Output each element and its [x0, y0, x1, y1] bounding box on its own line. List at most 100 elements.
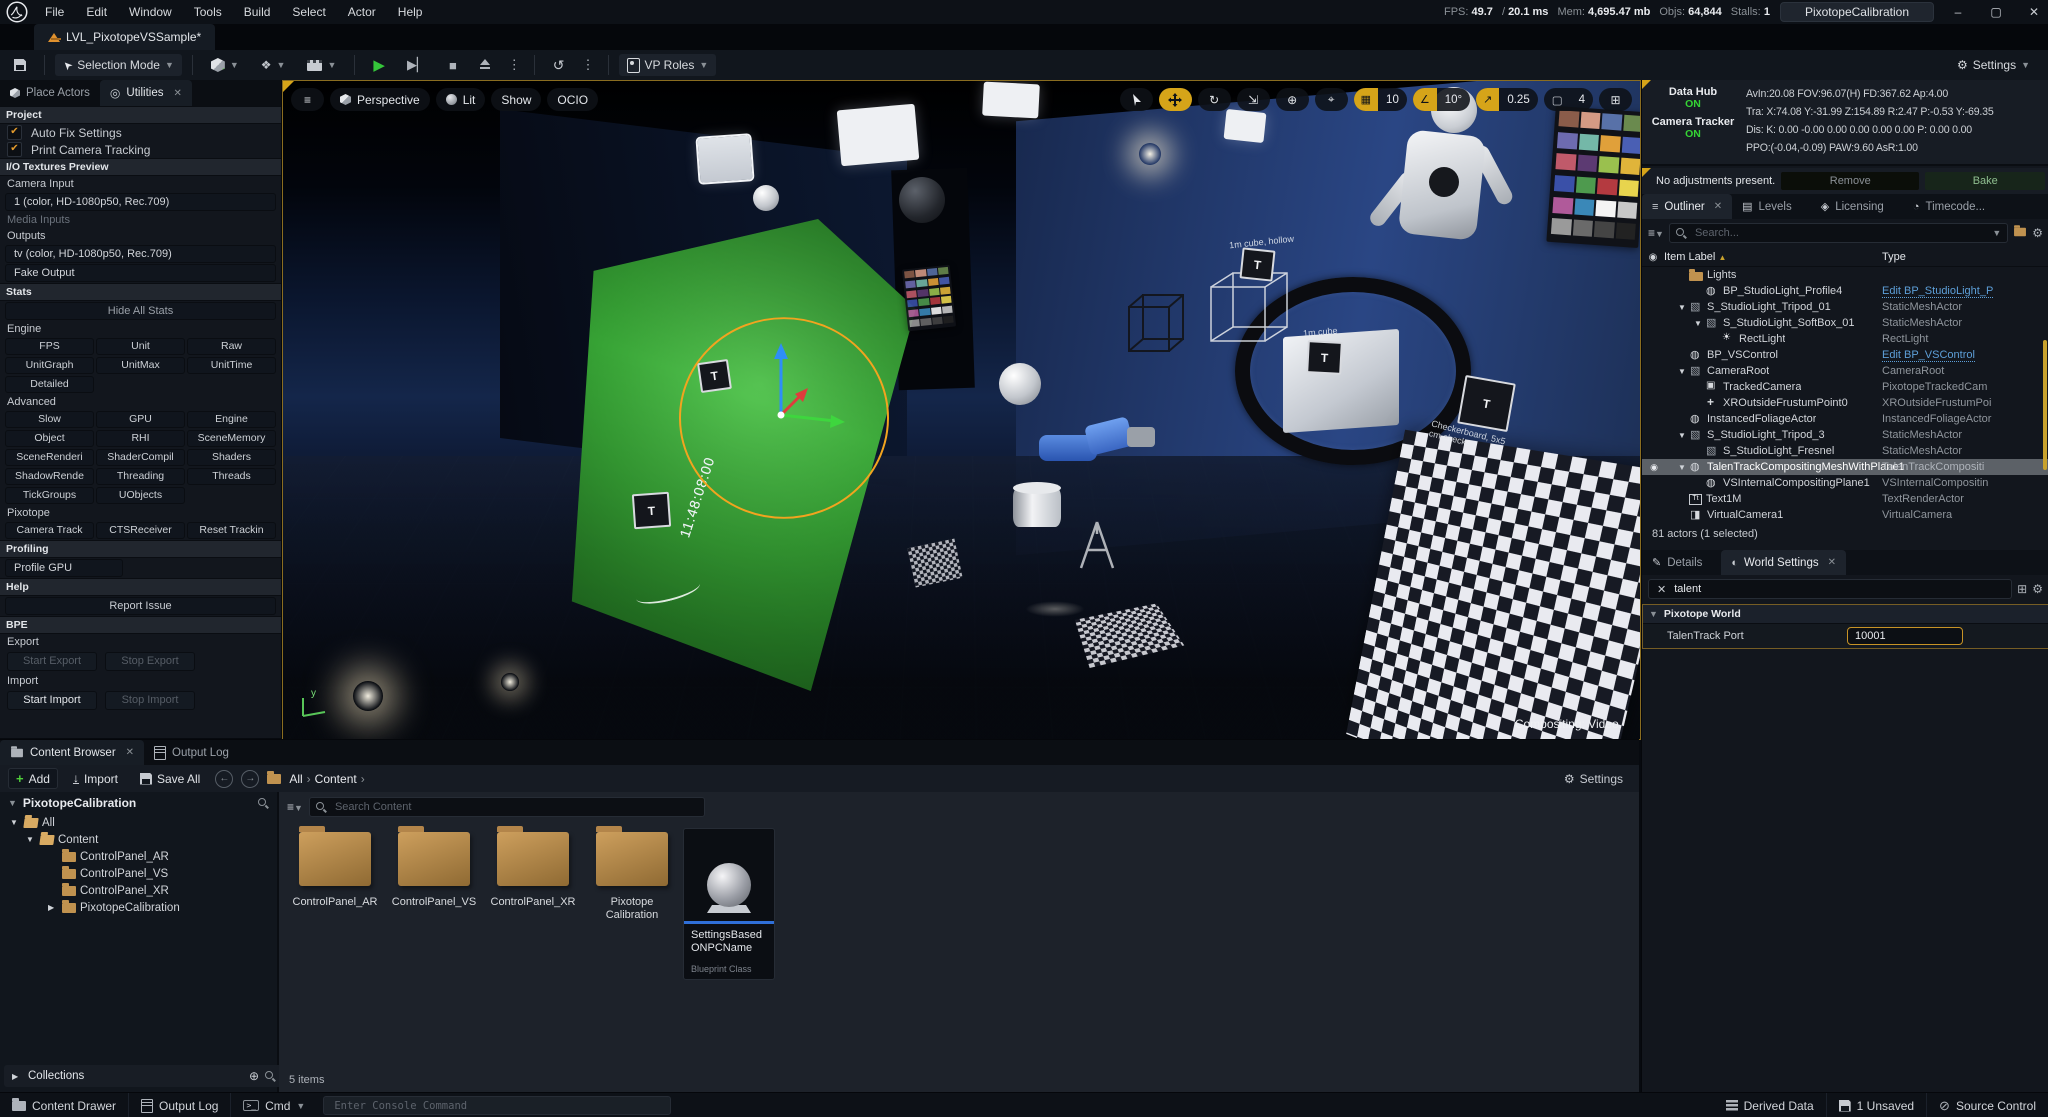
stat-toggle-button[interactable]: TickGroups	[5, 487, 94, 504]
stat-toggle-button[interactable]: Threading	[96, 468, 185, 485]
close-icon[interactable]: ✕	[1714, 201, 1722, 212]
outliner-row[interactable]: XROutsideFrustumPoint0 XROutsideFrustumP…	[1642, 395, 2048, 411]
stop-button[interactable]: ■	[441, 54, 465, 76]
maximize-viewport-button[interactable]: ⊞	[1599, 88, 1632, 111]
level-tab[interactable]: LVL_PixotopeVSSample*	[34, 24, 216, 50]
bake-button[interactable]: Bake	[1925, 172, 2046, 190]
outliner-row[interactable]: ▼ S_StudioLight_Tripod_3 StaticMeshActor	[1642, 427, 2048, 443]
stat-toggle-button[interactable]: ShadowRende	[5, 468, 94, 485]
move-tool-button[interactable]	[1158, 88, 1192, 111]
checkbox[interactable]: ✔	[7, 125, 22, 140]
stat-toggle-button[interactable]: UObjects	[96, 487, 185, 504]
viewport-option-button[interactable]: Lit	[435, 88, 486, 111]
content-drawer-button[interactable]: Content Drawer	[0, 1093, 130, 1117]
stat-toggle-button[interactable]: UnitGraph	[5, 357, 94, 374]
viewport-menu-button[interactable]: ≡	[291, 88, 324, 111]
tree-folder-row[interactable]: ControlPanel_XR	[0, 882, 277, 899]
play-options-kebab[interactable]: ⋮	[505, 57, 524, 73]
close-icon[interactable]: ✕	[126, 747, 134, 758]
menu-item[interactable]: Help	[387, 0, 434, 24]
menu-item[interactable]: Edit	[75, 0, 118, 24]
menu-item[interactable]: Select	[281, 0, 336, 24]
restore-button[interactable]: ▢	[1982, 0, 2010, 24]
gear-icon[interactable]: ⚙	[2032, 226, 2043, 240]
tab-content-browser[interactable]: Content Browser ✕	[0, 740, 145, 765]
tree-folder-row[interactable]: ControlPanel_AR	[0, 848, 277, 865]
report-issue-button[interactable]: Report Issue	[5, 597, 276, 615]
import-button[interactable]: Stop Import	[105, 691, 195, 710]
minimize-button[interactable]: –	[1944, 0, 1972, 24]
stat-toggle-button[interactable]: RHI	[96, 430, 185, 447]
export-button[interactable]: Stop Export	[105, 652, 195, 671]
dock-tab[interactable]: ✎ Details	[1642, 550, 1721, 575]
outliner-row[interactable]: S_StudioLight_Fresnel StaticMeshActor	[1642, 443, 2048, 459]
column-type[interactable]: Type	[1882, 251, 1906, 263]
derived-data-button[interactable]: Derived Data	[1714, 1093, 1827, 1117]
stat-toggle-button[interactable]: UnitMax	[96, 357, 185, 374]
checkbox-row[interactable]: ✔ Auto Fix Settings	[0, 124, 281, 141]
stat-toggle-button[interactable]: Threads	[187, 468, 276, 485]
viewport-option-button[interactable]: Perspective	[330, 88, 430, 111]
blueprints-dropdown[interactable]: ❖ ▼	[253, 54, 294, 76]
save-button[interactable]	[6, 54, 34, 76]
eye-icon[interactable]: ◉	[1642, 252, 1664, 263]
talentrack-port-input[interactable]	[1847, 627, 1963, 645]
scale-tool-button[interactable]: ⇲	[1236, 88, 1270, 111]
stat-toggle-button[interactable]: FPS	[5, 338, 94, 355]
collapse-arrow-icon[interactable]: ▼	[1649, 609, 1658, 619]
output-value-button[interactable]: tv (color, HD-1080p50, Rec.709)	[5, 245, 276, 263]
outliner-row[interactable]: VSInternalCompositingPlane1 VSInternalCo…	[1642, 475, 2048, 491]
selection-mode-dropdown[interactable]: ➤ Selection Mode ▼	[55, 54, 182, 76]
stat-toggle-button[interactable]: GPU	[96, 411, 185, 428]
import-button[interactable]: Start Import	[7, 691, 97, 710]
project-name-button[interactable]: PixotopeCalibration	[1779, 2, 1934, 22]
expand-arrow-icon[interactable]: ▼	[1678, 367, 1689, 376]
chevron-down-icon[interactable]: ▼	[1992, 228, 2001, 238]
outliner-search-input[interactable]: ▼	[1668, 223, 2009, 243]
close-button[interactable]: ✕	[2020, 0, 2048, 24]
outliner-row[interactable]: RectLight RectLight	[1642, 331, 2048, 347]
outliner-row[interactable]: BP_VSControl Edit BP_VSControl	[1642, 347, 2048, 363]
export-button[interactable]: Start Export	[7, 652, 97, 671]
add-actor-dropdown[interactable]: + ▼	[203, 54, 247, 76]
stat-toggle-button[interactable]: Raw	[187, 338, 276, 355]
expand-arrow-icon[interactable]: ▼	[26, 835, 36, 844]
stat-toggle-button[interactable]: SceneMemory	[187, 430, 276, 447]
stat-toggle-button[interactable]: Engine	[187, 411, 276, 428]
filter-icon[interactable]: ≡▼	[287, 800, 303, 814]
outliner-row[interactable]: TrackedCamera PixotopeTrackedCam	[1642, 379, 2048, 395]
search-icon[interactable]	[265, 1070, 276, 1082]
viewport-option-button[interactable]: OCIO	[547, 88, 599, 111]
outliner-row[interactable]: ▼ CameraRoot CameraRoot	[1642, 363, 2048, 379]
outliner-scrollbar[interactable]	[2043, 340, 2047, 470]
world-local-toggle[interactable]: ⊕	[1275, 88, 1309, 111]
stat-toggle-button[interactable]: Shaders	[187, 449, 276, 466]
save-all-button[interactable]: Save All	[133, 770, 207, 788]
new-folder-icon[interactable]	[2013, 225, 2027, 240]
hide-all-stats-button[interactable]: Hide All Stats	[5, 302, 276, 320]
outliner-row[interactable]: ▼ S_StudioLight_Tripod_01 StaticMeshActo…	[1642, 299, 2048, 315]
tab-utilities[interactable]: ◎ Utilities ✕	[99, 80, 192, 106]
cmd-dropdown[interactable]: >_ Cmd ▼	[231, 1093, 317, 1117]
dock-tab[interactable]: ◈ Licensing	[1811, 194, 1903, 219]
unsaved-button[interactable]: 1 Unsaved	[1827, 1093, 1928, 1117]
expand-arrow-icon[interactable]: ▼	[1678, 431, 1689, 440]
tab-output-log[interactable]: Output Log	[144, 740, 239, 765]
visibility-eye-icon[interactable]: ◉	[1644, 462, 1664, 473]
outliner-row[interactable]: ◉ ▼ TalenTrackCompositingMeshWithPlane1 …	[1642, 459, 2048, 475]
dock-tab[interactable]: ◔ Timecode...	[1903, 194, 2004, 219]
fake-output-button[interactable]: Fake Output	[5, 264, 276, 282]
sources-root-row[interactable]: ▼ PixotopeCalibration	[0, 792, 277, 814]
expand-arrow-icon[interactable]: ▶	[12, 1072, 22, 1081]
rotation-snap-control[interactable]: ∠ 10°	[1412, 88, 1471, 111]
add-button[interactable]: + Add	[8, 768, 58, 789]
outliner-row[interactable]: ▼ S_StudioLight_SoftBox_01 StaticMeshAct…	[1642, 315, 2048, 331]
console-command-input[interactable]	[323, 1096, 672, 1115]
scale-snap-control[interactable]: ↗ 0.25	[1476, 88, 1538, 111]
camera-speed-control[interactable]: ▢ 4	[1543, 88, 1593, 111]
display-options-icon[interactable]: ⊞	[2017, 582, 2027, 596]
menu-item[interactable]: File	[34, 0, 75, 24]
asset-folder-card[interactable]: ControlPanel_AR	[287, 826, 383, 922]
platforms-kebab[interactable]: ⋮	[579, 57, 598, 73]
stat-toggle-button[interactable]: ShaderCompil	[96, 449, 185, 466]
